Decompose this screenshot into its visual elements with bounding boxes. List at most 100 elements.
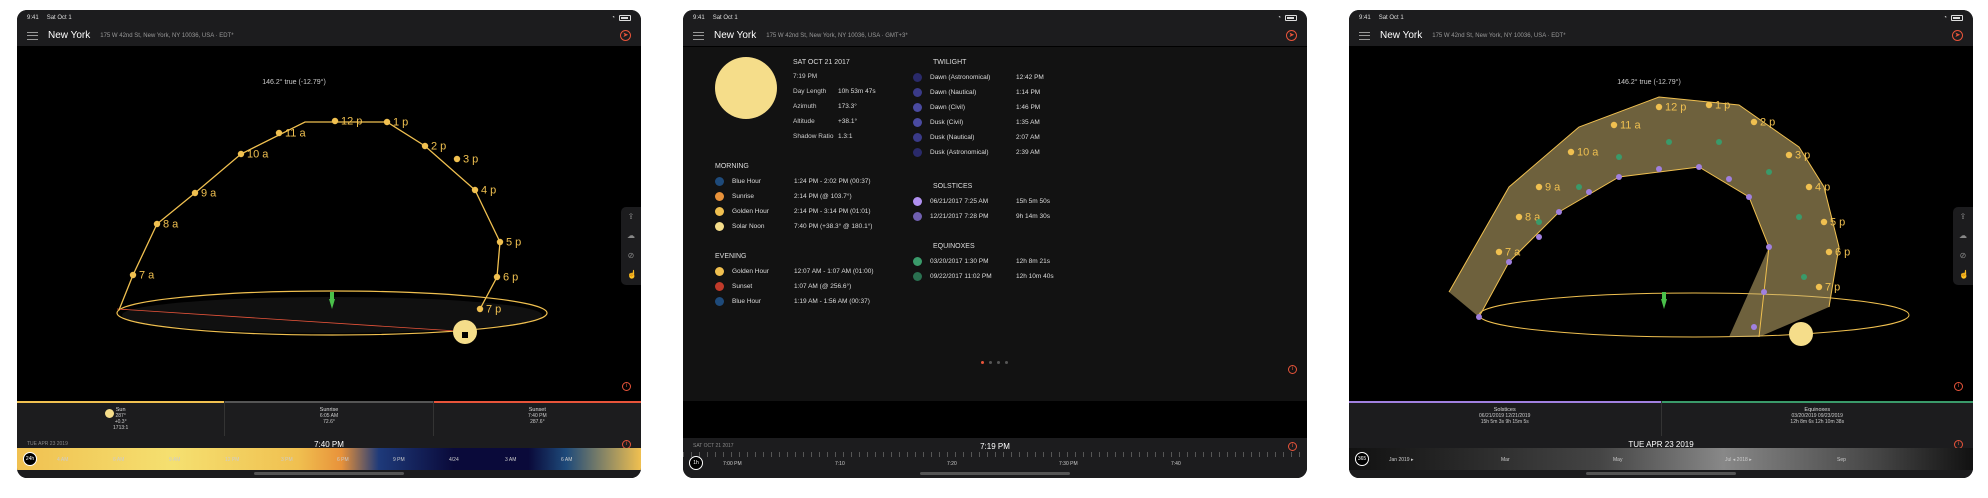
share-icon[interactable]: ⇪	[1959, 212, 1967, 221]
hour-dot	[471, 186, 479, 194]
timeline-tick-label: 7:20	[947, 461, 957, 467]
twilight-row[interactable]: Dusk (Nautical) 2:07 AM	[913, 133, 1040, 142]
location-header[interactable]: New York 175 W 42nd St, New York, NY 100…	[1349, 25, 1973, 47]
equinox-hour-dot	[1666, 139, 1672, 145]
timeline-tick-label: 4 AM	[57, 457, 69, 463]
evening-row[interactable]: Golden Hour 12:07 AM - 1:07 AM (01:00)	[715, 267, 874, 276]
menu-icon[interactable]	[1359, 31, 1370, 40]
page-indicator[interactable]	[981, 361, 1008, 364]
morning-row[interactable]: Solar Noon 7:40 PM (+38.3° @ 180.1°)	[715, 222, 872, 231]
evening-row[interactable]: Blue Hour 1:19 AM - 1:56 AM (00:37)	[715, 297, 870, 306]
summary-sunset[interactable]: Sunset 7:40 PM 287.6°	[433, 401, 641, 436]
hand-icon[interactable]: ☝	[1959, 271, 1969, 279]
hour-label: 7 a	[1505, 247, 1521, 259]
twilight-row[interactable]: Dawn (Nautical) 1:14 PM	[913, 88, 1040, 97]
equinox-hour-dot	[1716, 139, 1722, 145]
hour-dot	[1815, 283, 1823, 291]
twilight-row[interactable]: Dusk (Astronomical) 2:39 AM	[913, 148, 1040, 157]
heading-readout: 146.2° true (-12.79°)	[262, 78, 326, 86]
day-timeline[interactable]: 24h 4 AM 6 AM 9 AM 12 PM 3 PM 6 PM 9 PM 4/24 3 A…	[17, 448, 641, 470]
twilight-row[interactable]: Dawn (Civil) 1:46 PM	[913, 103, 1040, 112]
hour-label: 1 p	[393, 117, 408, 129]
minute-timeline[interactable]: 1h 7:00 PM 7:10 7:20 7:30 PM 7:40	[683, 452, 1307, 472]
winter-hour-dot	[1766, 244, 1772, 250]
share-icon[interactable]: ⇪	[627, 212, 635, 221]
hour-label: 4 p	[1815, 182, 1830, 194]
color-dot-icon	[715, 207, 724, 216]
locate-icon[interactable]: ➤	[1952, 30, 1963, 41]
timeline-tick-label: 7:00 PM	[723, 461, 742, 467]
scale-dial-button[interactable]: 365	[1355, 452, 1369, 466]
hour-markers: 7 a 8 a 9 a 10 a 11 a 12 p 1 p 2 p 3 p 4 p 5 p 6 p 7…	[129, 116, 521, 316]
info-icon[interactable]: i	[1954, 382, 1963, 391]
year-timeline[interactable]: 365 Jan 2019 ▸ Mar May Jul ◂ 2018 ▸ Sep	[1349, 448, 1973, 470]
morning-row[interactable]: Sunrise 2:14 PM (@ 103.7°)	[715, 192, 852, 201]
solstices-row[interactable]: 06/21/2017 7:25 AM 15h 5m 50s	[913, 197, 1050, 206]
hand-icon[interactable]: ☝	[627, 271, 637, 279]
locate-icon[interactable]: ➤	[1286, 30, 1297, 41]
scale-dial-button[interactable]: 24h	[23, 452, 37, 466]
hour-dot	[1825, 248, 1833, 256]
hide-icon[interactable]: ⊘	[627, 251, 635, 260]
menu-icon[interactable]	[693, 31, 704, 40]
twilight-row[interactable]: Dawn (Astronomical) 12:42 PM	[913, 73, 1044, 82]
cloud-icon[interactable]: ☁	[627, 232, 635, 240]
summary-solstices[interactable]: Solstices 06/21/2019 12/21/2019 15h 5m 3…	[1349, 401, 1662, 436]
hour-dot	[237, 150, 245, 158]
equinoxes-row[interactable]: 03/20/2017 1:30 PM 12h 8m 21s	[913, 257, 1050, 266]
battery-icon	[1285, 14, 1297, 21]
color-dot-icon	[913, 118, 922, 127]
hour-label: 6 p	[503, 272, 518, 284]
hide-icon[interactable]: ⊘	[1959, 251, 1967, 260]
color-dot-icon	[715, 267, 724, 276]
menu-icon[interactable]	[27, 31, 38, 40]
hour-dot	[331, 117, 339, 125]
color-dot-icon	[913, 103, 922, 112]
hour-dot	[1750, 118, 1758, 126]
hour-label: 1 p	[1715, 100, 1730, 112]
timeline-date: SAT OCT 21 2017	[693, 443, 734, 449]
timeline-tick-label: 6 AM	[113, 457, 125, 463]
winter-hour-dot	[1616, 174, 1622, 180]
equinoxes-row[interactable]: 09/22/2017 11:02 PM 12h 10m 40s	[913, 272, 1054, 281]
color-dot-icon	[715, 297, 724, 306]
timeline-tick-label: 7:40	[1171, 461, 1181, 467]
info-icon[interactable]: i	[622, 382, 631, 391]
summary-equinoxes[interactable]: Equinoxes 03/20/2019 09/23/2019 12h 8m 6…	[1661, 401, 1973, 436]
timeline-tick-label: Jul ◂ 2018 ▸	[1725, 457, 1752, 463]
year-path-svg: 146.2° true (-12.79°) 7 a8 a9 a10 a11 a1…	[1448, 78, 1910, 346]
info-icon[interactable]: i	[1288, 365, 1297, 374]
wifi-icon: ◔	[611, 14, 615, 21]
color-dot-icon	[913, 133, 922, 142]
hour-label: 10 a	[1577, 147, 1599, 159]
home-indicator	[254, 472, 404, 475]
hour-dot	[275, 129, 283, 137]
twilight-row[interactable]: Dusk (Civil) 1:35 AM	[913, 118, 1040, 127]
timeline-tick-label: Sep	[1837, 457, 1846, 463]
locate-icon[interactable]: ➤	[620, 30, 631, 41]
morning-row[interactable]: Blue Hour 1:24 PM - 2:02 PM (00:37)	[715, 177, 871, 186]
cloud-icon[interactable]: ☁	[1959, 232, 1967, 240]
equinoxes-title: EQUINOXES	[933, 243, 975, 250]
hour-dot	[1567, 148, 1575, 156]
sun-dot-icon	[105, 409, 114, 418]
location-header[interactable]: New York 175 W 42nd St, New York, NY 100…	[683, 25, 1307, 47]
bottom-bar: Solstices 06/21/2019 12/21/2019 15h 5m 3…	[1349, 401, 1973, 478]
evening-row[interactable]: Sunset 1:07 AM (@ 256.6°)	[715, 282, 851, 291]
summary-sunrise[interactable]: Sunrise 6:05 AM 72.6°	[225, 401, 434, 436]
status-bar: 9:41 Sat Oct 1 ◔	[1349, 10, 1973, 25]
year-path-scene[interactable]: 146.2° true (-12.79°) 7 a8 a9 a 10 a 11 a1…	[1349, 47, 1973, 401]
summary-sun[interactable]: Sun 287° +0.3° 1713:1	[17, 401, 226, 436]
morning-row[interactable]: Golden Hour 2:14 PM - 3:14 PM (01:01)	[715, 207, 871, 216]
winter-hour-dot	[1696, 164, 1702, 170]
timeline-tick-label: Jan 2019 ▸	[1389, 457, 1414, 463]
sun-path-scene[interactable]: 146.2° true (-12.79°) 7 a 8 a 9 a 10 a 11 a 1…	[17, 47, 641, 401]
scale-dial-button[interactable]: 1h	[689, 456, 703, 470]
solstices-row[interactable]: 12/21/2017 7:28 PM 9h 14m 30s	[913, 212, 1050, 221]
timeline-tick-label: Mar	[1501, 457, 1510, 463]
location-header[interactable]: New York 175 W 42nd St, New York, NY 100…	[17, 25, 641, 47]
hour-dot	[1535, 183, 1543, 191]
current-time: 7:19 PM	[980, 441, 1010, 451]
winter-hour-dot	[1506, 259, 1512, 265]
info-icon[interactable]: i	[1288, 442, 1297, 451]
